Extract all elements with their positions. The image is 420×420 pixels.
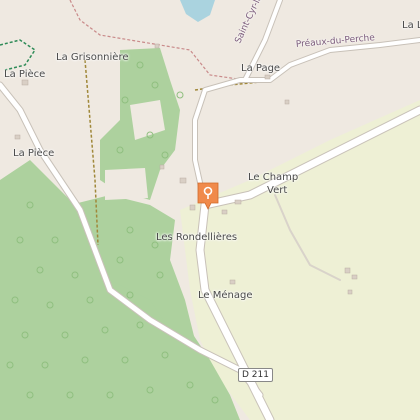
pond — [180, 0, 215, 22]
place-label-la-piece: La Pièce — [13, 148, 55, 159]
place-label-la-page: La Page — [241, 63, 281, 74]
location-pin-icon[interactable] — [196, 181, 220, 211]
place-label-les-rondellieres: Les Rondellières — [156, 232, 238, 243]
place-label-la-piece-top: La Pièce — [4, 69, 46, 80]
place-label-vert: Vert — [267, 185, 288, 196]
map-canvas[interactable]: La Grisonnière La Pièce La Pièce La Page… — [0, 0, 420, 420]
road-shield-d211: D 211 — [238, 368, 273, 382]
place-label-le-menage: Le Ménage — [198, 290, 253, 301]
place-label-la-grisonniere: La Grisonnière — [56, 52, 129, 63]
clearing — [105, 168, 148, 200]
place-label-le-champ: Le Champ — [248, 172, 299, 183]
place-label-la-l: La L — [402, 20, 420, 31]
